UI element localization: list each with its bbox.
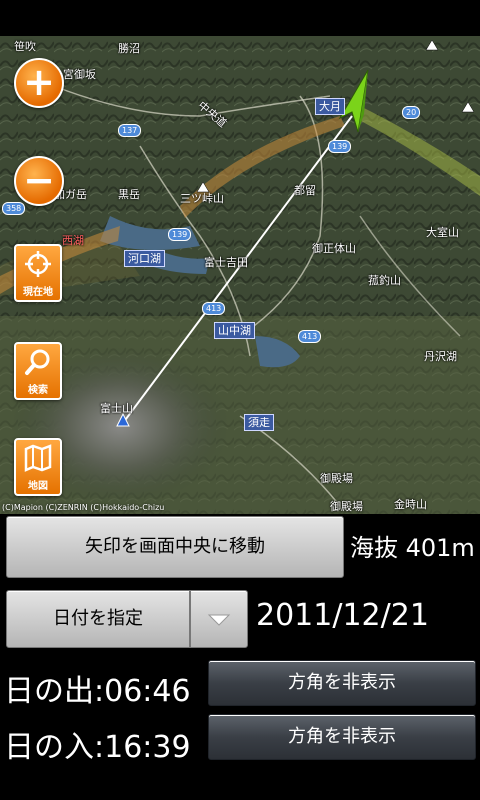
current-location-label: 現在地 xyxy=(23,287,53,298)
map-label-tanzawa: 丹沢湖 xyxy=(424,350,457,363)
altitude-text: 海抜 401m xyxy=(350,534,475,562)
search-label: 検索 xyxy=(28,385,48,396)
control-panel: 矢印を画面中央に移動 海抜 401m 日付を指定 2011/12/21 日の出:… xyxy=(0,514,480,800)
date-dropdown-button[interactable] xyxy=(190,590,248,648)
map-label-yamanakako: 山中湖 xyxy=(214,322,255,339)
map-label-subashiri: 須走 xyxy=(244,414,274,431)
road-number: 139 xyxy=(168,228,192,241)
map-label-oganeyama: 御正体山 xyxy=(312,242,356,255)
map-label-otsuki: 大月 xyxy=(315,98,345,115)
hide-direction-button-sunset[interactable]: 方角を非表示 xyxy=(208,714,476,760)
map-label-gotemba: 御殿場 xyxy=(320,472,353,485)
zoom-in-button[interactable]: + xyxy=(14,58,64,108)
road-number: 413 xyxy=(298,330,322,343)
map-label-katsunuma: 勝沼 xyxy=(118,42,140,55)
sunrise-time: 日の出:06:46 xyxy=(4,674,191,709)
date-select-button[interactable]: 日付を指定 xyxy=(6,590,190,648)
map-label: 地図 xyxy=(28,481,48,492)
search-icon xyxy=(25,349,50,375)
map-button[interactable]: 地図 xyxy=(14,438,62,496)
map-label-fujiyoshida: 富士吉田 xyxy=(204,256,248,269)
map-icon xyxy=(24,444,52,472)
selected-date: 2011/12/21 xyxy=(256,598,429,633)
map-label-gotembajo: 御殿場 xyxy=(330,500,363,513)
chevron-down-icon xyxy=(207,614,231,626)
road-number: 137 xyxy=(118,124,142,137)
road-number: 413 xyxy=(202,302,226,315)
move-arrow-to-center-button[interactable]: 矢印を画面中央に移動 xyxy=(6,516,344,578)
map-label-mitsutoge: 三ツ峠山 xyxy=(180,192,224,205)
minus-icon: − xyxy=(23,158,55,202)
road-number: 139 xyxy=(328,140,352,153)
sunset-time: 日の入:16:39 xyxy=(4,730,191,765)
map-label-tsuru: 都留 xyxy=(294,184,316,197)
map-label-fujisan: 富士山 xyxy=(100,402,133,415)
map-view[interactable]: 笹吹 勝沼 一宮御坂 中央道 大月 黒岳 加ガ岳 三ツ峠山 都留 西湖 河口湖 … xyxy=(0,36,480,514)
crosshair-icon xyxy=(25,251,51,277)
map-label-kofu: 笹吹 xyxy=(14,40,36,53)
road-number: 20 xyxy=(402,106,421,119)
zoom-out-button[interactable]: − xyxy=(14,156,64,206)
map-label-kurodake: 黒岳 xyxy=(118,188,140,201)
search-button[interactable]: 検索 xyxy=(14,342,62,400)
map-label-kintokiyama: 金時山 xyxy=(394,498,427,511)
plus-icon: + xyxy=(23,60,55,104)
map-label-oomuroyama: 大室山 xyxy=(426,226,459,239)
current-location-button[interactable]: 現在地 xyxy=(14,244,62,302)
map-label-nishiko: 西湖 xyxy=(62,234,84,247)
map-credit: (C)Mapion (C)ZENRIN (C)Hokkaido-Chizu xyxy=(2,503,165,512)
map-label-kawaguchiko: 河口湖 xyxy=(124,250,165,267)
map-label-suzusayama: 菰釣山 xyxy=(368,274,401,287)
status-bar xyxy=(0,0,480,36)
hide-direction-button-sunrise[interactable]: 方角を非表示 xyxy=(208,660,476,706)
